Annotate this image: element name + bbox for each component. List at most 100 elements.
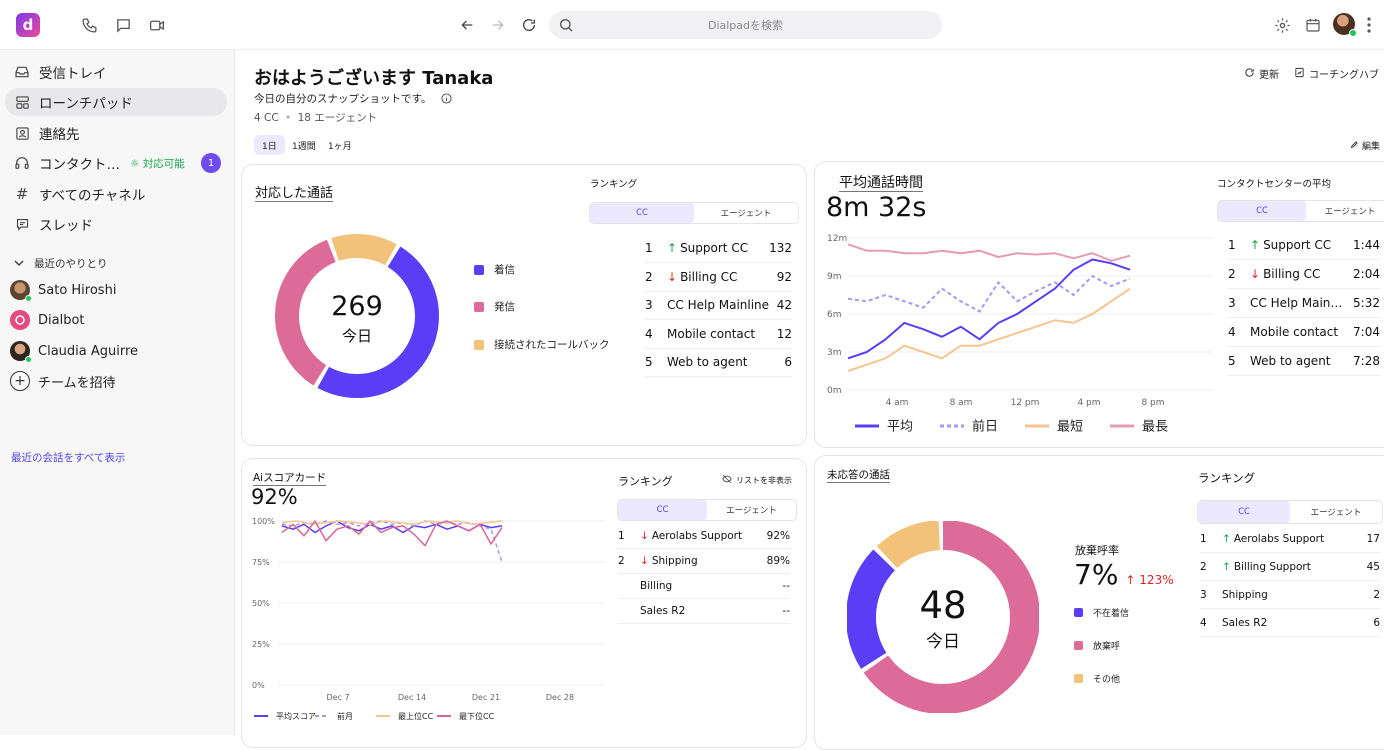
range-1m[interactable]: 1ヶ月 xyxy=(320,135,360,155)
chat-icon[interactable] xyxy=(111,13,135,37)
card-title[interactable]: Aiスコアカード xyxy=(253,470,326,485)
more-icon[interactable] xyxy=(1359,13,1379,37)
ranking-row[interactable]: Sales R2 -- xyxy=(618,598,790,624)
rank-name: Web to agent xyxy=(667,355,748,369)
dialbot-icon xyxy=(10,310,30,330)
ranking-row[interactable]: 4 Mobile contact 7:04 xyxy=(1228,318,1380,347)
legend-label: 発信 xyxy=(494,301,515,313)
refresh-button[interactable]: 更新 xyxy=(1244,66,1279,81)
series-line[interactable] xyxy=(847,275,1131,313)
rank-name: Billing CC xyxy=(1263,267,1321,281)
ranking-row[interactable]: 1 ↑ Support CC 1:44 xyxy=(1228,231,1380,260)
handled-calls-donut: 269 今日 xyxy=(275,234,439,398)
rank-name: CC Help Main… xyxy=(1250,296,1343,310)
page-subtitle: 今日の自分のスナップショットです。 xyxy=(254,91,452,107)
phone-icon[interactable] xyxy=(77,13,101,37)
sidebar-item-threads[interactable]: スレッド xyxy=(5,210,227,238)
ranking-row[interactable]: Billing -- xyxy=(618,573,790,599)
sidebar: 受信トレイ ローンチパッド 連絡先 コンタクト… ☼ 対応可能 1 # すべての… xyxy=(0,50,235,735)
back-icon[interactable] xyxy=(455,13,479,37)
tab-cc[interactable]: CC xyxy=(590,203,694,223)
hide-list-label: リストを非表示 xyxy=(736,475,792,485)
sidebar-item-all-channels[interactable]: # すべてのチャネル xyxy=(5,180,227,208)
sidebar-item-label: すべてのチャネル xyxy=(39,188,146,204)
tab-cc[interactable]: CC xyxy=(618,500,707,520)
ranking-row[interactable]: 2 ↑ Billing Support 45 xyxy=(1200,553,1380,581)
ranking-row[interactable]: 3 Shipping 2 xyxy=(1200,581,1380,609)
forward-icon[interactable] xyxy=(486,13,510,37)
card-title[interactable]: 未応答の通話 xyxy=(827,467,890,482)
availability-status[interactable]: ☼ 対応可能 xyxy=(130,156,185,171)
trend-up-icon: ↑ xyxy=(667,241,678,255)
gear-icon[interactable] xyxy=(1270,13,1294,37)
range-1d[interactable]: 1日 xyxy=(254,135,285,155)
tab-cc[interactable]: CC xyxy=(1198,501,1290,523)
ranking-row[interactable]: 3 CC Help Main… 5:32 xyxy=(1228,289,1380,318)
ranking-tabs: CC エージェント xyxy=(617,499,797,521)
sidebar-item-contact-center[interactable]: コンタクト… ☼ 対応可能 1 xyxy=(5,149,227,177)
tab-cc[interactable]: CC xyxy=(1218,201,1306,221)
ranking-row[interactable]: 5 Web to agent 7:28 xyxy=(1228,347,1380,376)
ranking-row[interactable]: 1 ↑ Aerolabs Support 17 xyxy=(1200,525,1380,553)
calendar-icon[interactable] xyxy=(1301,13,1325,37)
ranking-row[interactable]: 1 ↓ Aerolabs Support 92% xyxy=(618,523,790,549)
sidebar-item-contacts[interactable]: 連絡先 xyxy=(5,119,227,147)
sidebar-item-launchpad[interactable]: ローンチパッド xyxy=(5,88,227,116)
reload-icon[interactable] xyxy=(517,13,541,37)
y-tick-label: 6m xyxy=(827,310,842,320)
recent-item[interactable]: Dialbot xyxy=(10,308,85,332)
rank-name: Aerolabs Support xyxy=(651,529,743,542)
notification-badge: 1 xyxy=(201,153,221,173)
tab-agents[interactable]: エージェント xyxy=(1306,201,1384,221)
ranking-row[interactable]: 5 Web to agent 6 xyxy=(645,348,792,377)
ranking-row[interactable]: 2 ↓ Shipping 89% xyxy=(618,548,790,574)
rank-value: 45 xyxy=(1366,560,1380,573)
range-1w[interactable]: 1週間 xyxy=(284,135,324,155)
recent-item[interactable]: Sato Hiroshi xyxy=(10,278,116,302)
series-line[interactable] xyxy=(847,243,1131,262)
card-title[interactable]: 平均通話時間 xyxy=(839,172,923,192)
search-input[interactable]: Dialpadを検索 xyxy=(549,11,942,39)
ranking-row[interactable]: 4 Sales R2 6 xyxy=(1200,609,1380,637)
ranking-tabs: CC エージェント xyxy=(1197,500,1383,524)
thread-icon xyxy=(5,217,39,232)
y-tick-label: 100% xyxy=(252,517,275,526)
ranking-row[interactable]: 1 ↑ Support CC 132 xyxy=(645,234,792,263)
meta-agents: 18 エージェント xyxy=(297,112,378,124)
show-all-conversations-link[interactable]: 最近の会話をすべて表示 xyxy=(11,450,125,465)
ranking-title: ランキング xyxy=(1198,471,1256,485)
ranking-row[interactable]: 4 Mobile contact 12 xyxy=(645,320,792,349)
card-title[interactable]: 対応した通話 xyxy=(255,182,333,201)
ranking-tabs: CC エージェント xyxy=(1217,200,1384,222)
coaching-hub-button[interactable]: コーチングハブ xyxy=(1294,66,1379,81)
average-talk-time-card: 平均通話時間 8m 32s 12m 9m 6m 3m 0m 4 am 8 am 12 pm 4 … xyxy=(814,161,1384,448)
x-tick-label: 12 pm xyxy=(1011,398,1040,408)
ranking-row[interactable]: 2 ↓ Billing CC 2:04 xyxy=(1228,260,1380,289)
donut-total: 48 xyxy=(919,584,966,627)
invite-team-button[interactable]: + チームを招待 xyxy=(10,369,116,393)
info-icon[interactable] xyxy=(441,93,452,107)
tab-agents[interactable]: エージェント xyxy=(1290,501,1382,523)
recent-item[interactable]: Claudia Aguirre xyxy=(10,339,138,363)
sidebar-item-inbox[interactable]: 受信トレイ xyxy=(5,58,227,86)
hide-list-button[interactable]: リストを非表示 xyxy=(722,474,792,486)
legend-item: 発信 xyxy=(474,299,515,314)
tab-agents[interactable]: エージェント xyxy=(707,500,796,520)
tab-agents[interactable]: エージェント xyxy=(694,203,798,223)
invite-label: チームを招待 xyxy=(38,375,116,391)
online-status-dot xyxy=(1349,29,1357,37)
rank-number: 2 xyxy=(1200,560,1207,573)
rank-value: 92% xyxy=(766,529,790,542)
subtitle-text: 今日の自分のスナップショットです。 xyxy=(254,93,432,105)
x-tick-label: Dec 21 xyxy=(472,693,500,702)
trend-down-icon: ↓ xyxy=(640,529,649,542)
user-avatar[interactable] xyxy=(1333,13,1357,37)
edit-button[interactable]: 編集 xyxy=(1350,139,1380,152)
dialpad-logo[interactable]: d xyxy=(16,13,40,37)
y-tick-label: 0m xyxy=(827,386,842,396)
ranking-row[interactable]: 3 CC Help Mainline 42 xyxy=(645,291,792,320)
ranking-row[interactable]: 2 ↓ Billing CC 92 xyxy=(645,263,792,292)
meta-cc: 4 CC xyxy=(254,112,279,124)
recent-section-toggle[interactable]: 最近のやりとり xyxy=(14,256,108,271)
video-icon[interactable] xyxy=(145,13,169,37)
